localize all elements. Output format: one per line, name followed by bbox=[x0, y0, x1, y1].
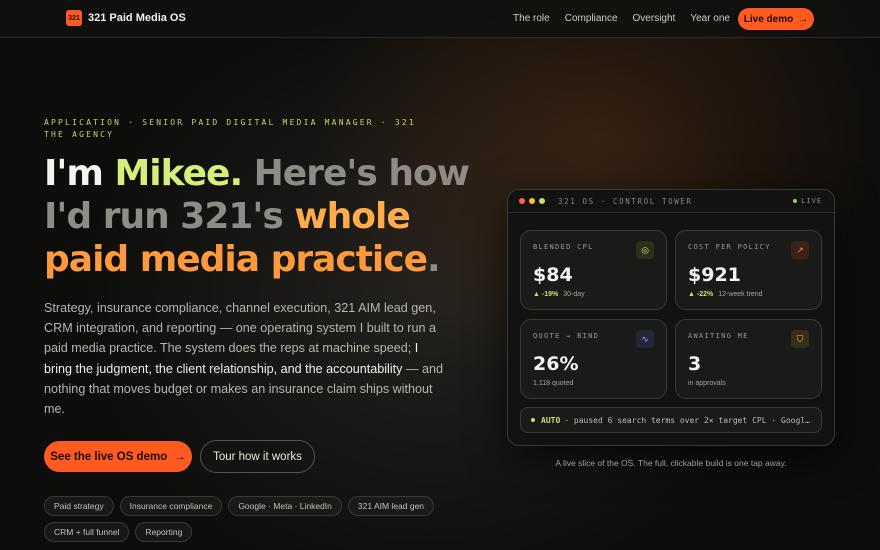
kpi-sub: 1,118 quoted bbox=[533, 380, 573, 387]
headline-emphasis: paid media practice bbox=[44, 239, 428, 280]
description-text: Strategy, insurance compliance, channel … bbox=[44, 301, 437, 356]
tag: Google · Meta · LinkedIn bbox=[228, 496, 342, 516]
tour-label: Tour how it works bbox=[213, 450, 302, 463]
live-indicator: LIVE bbox=[793, 197, 822, 205]
hero-description: Strategy, insurance compliance, channel … bbox=[44, 298, 444, 419]
nav-link-compliance[interactable]: Compliance bbox=[565, 13, 618, 24]
window-dot-green bbox=[539, 198, 545, 204]
see-live-demo-label: See the live OS demo bbox=[50, 450, 168, 463]
kpi-delta: ▲ -19% bbox=[533, 291, 559, 298]
tag: CRM + full funnel bbox=[44, 522, 130, 542]
tag: Insurance compliance bbox=[119, 496, 223, 516]
logo-mark: 321 bbox=[66, 10, 82, 26]
window-dot-yellow bbox=[529, 198, 535, 204]
panel-titlebar: 321 OS · CONTROL TOWER LIVE bbox=[508, 190, 834, 213]
headline-period: . bbox=[427, 239, 441, 280]
kpi-label: AWAITING ME bbox=[688, 332, 749, 340]
logo-text: 321 Paid Media OS bbox=[88, 12, 186, 24]
panel-caption: A live slice of the OS. The full, clicka… bbox=[555, 458, 787, 468]
headline-part: I'd run 321's bbox=[44, 196, 295, 237]
kpi-value: $84 bbox=[533, 264, 573, 286]
arrow-right-icon: → bbox=[174, 450, 186, 463]
window-dot-red bbox=[519, 198, 525, 204]
headline-part: I'm bbox=[44, 153, 115, 194]
nav-link-oversight[interactable]: Oversight bbox=[633, 13, 676, 24]
kpi-card-quote-bind[interactable]: QUOTE → BIND ∿ 26% 1,118 quoted bbox=[520, 319, 667, 399]
kpi-card-blended-cpl[interactable]: BLENDED CPL ◎ $84 ▲ -19% 30-day bbox=[520, 230, 667, 310]
logo[interactable]: 321 321 Paid Media OS bbox=[66, 10, 186, 26]
kpi-label: BLENDED CPL bbox=[533, 243, 594, 251]
live-demo-button[interactable]: Live demo → bbox=[738, 8, 814, 30]
hero-headline: I'm Mikee. Here's how I'd run 321's whol… bbox=[44, 152, 474, 281]
ticker-text: · paused 6 search terms over 2× target C… bbox=[564, 415, 815, 425]
kpi-label: QUOTE → BIND bbox=[533, 332, 600, 340]
nav-link-the-role[interactable]: The role bbox=[513, 13, 550, 24]
headline-part: Here's how bbox=[242, 153, 470, 194]
trend-up-icon: ↗ bbox=[791, 241, 809, 259]
kpi-label: COST PER POLICY bbox=[688, 243, 771, 251]
shield-icon: ⛉ bbox=[791, 330, 809, 348]
tag: Paid strategy bbox=[44, 496, 114, 516]
tag: 321 AIM lead gen bbox=[347, 496, 435, 516]
tag-list: Paid strategy Insurance compliance Googl… bbox=[44, 496, 444, 542]
ticker-dot-icon bbox=[531, 418, 535, 422]
activity-ticker[interactable]: AUTO · paused 6 search terms over 2× tar… bbox=[520, 407, 822, 433]
see-live-demo-button[interactable]: See the live OS demo → bbox=[44, 441, 192, 472]
live-demo-label: Live demo bbox=[743, 13, 794, 25]
control-tower-panel[interactable]: 321 OS · CONTROL TOWER LIVE BLENDED CPL … bbox=[507, 189, 835, 446]
ticker-tag: AUTO bbox=[541, 415, 561, 425]
tag: Reporting bbox=[135, 522, 193, 542]
nav-link-year-one[interactable]: Year one bbox=[690, 13, 730, 24]
kpi-delta: ▲ -22% bbox=[688, 291, 714, 298]
kpi-note: 1,118 quoted bbox=[533, 380, 574, 387]
kpi-card-cost-per-policy[interactable]: COST PER POLICY ↗ $921 ▲ -22% 12-week tr… bbox=[675, 230, 822, 310]
kpi-value: 26% bbox=[533, 353, 579, 375]
kpi-sub: ▲ -22% 12-week trend bbox=[688, 291, 763, 298]
kpi-value: $921 bbox=[688, 264, 741, 286]
pulse-icon: ∿ bbox=[636, 330, 654, 348]
nav-links: The role Compliance Oversight Year one bbox=[513, 13, 730, 24]
eyebrow: APPLICATION · SENIOR PAID DIGITAL MEDIA … bbox=[44, 118, 416, 139]
headline-emphasis: whole bbox=[294, 196, 410, 237]
kpi-sub: ▲ -19% 30-day bbox=[533, 291, 585, 298]
kpi-note: in approvals bbox=[688, 380, 726, 387]
kpi-note: 12-week trend bbox=[718, 291, 763, 298]
kpi-value: 3 bbox=[688, 353, 702, 375]
live-label: LIVE bbox=[801, 197, 822, 205]
arrow-right-icon: → bbox=[798, 13, 809, 25]
target-icon: ◎ bbox=[636, 241, 654, 259]
panel-title: 321 OS · CONTROL TOWER bbox=[558, 197, 693, 206]
kpi-sub: in approvals bbox=[688, 380, 726, 387]
live-dot-icon bbox=[793, 199, 798, 203]
kpi-note: 30-day bbox=[563, 291, 585, 298]
tour-button[interactable]: Tour how it works bbox=[200, 440, 315, 473]
top-nav: 321 321 Paid Media OS The role Complianc… bbox=[0, 0, 880, 38]
kpi-card-awaiting-me[interactable]: AWAITING ME ⛉ 3 in approvals bbox=[675, 319, 822, 399]
headline-name: Mikee. bbox=[114, 153, 243, 194]
